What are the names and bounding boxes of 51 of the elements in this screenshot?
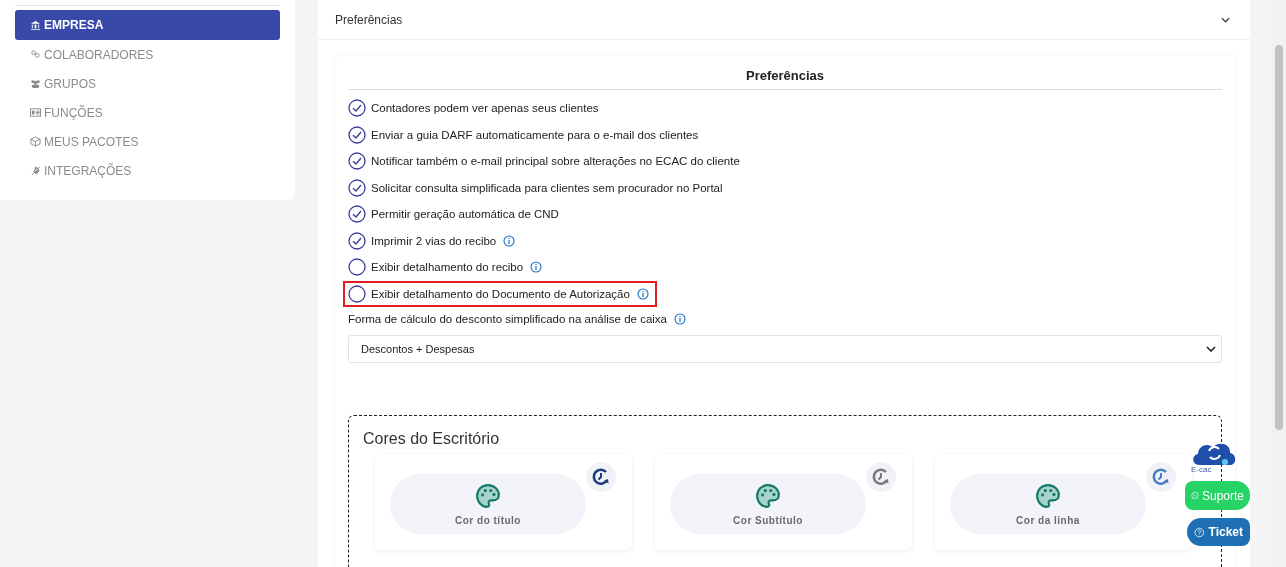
- info-icon[interactable]: [636, 287, 649, 300]
- checkbox[interactable]: [348, 284, 366, 303]
- checkbox[interactable]: [348, 231, 366, 250]
- checkbox[interactable]: [348, 125, 366, 144]
- sidebar-item[interactable]: COLABORADORES: [15, 40, 280, 69]
- color-picker-button[interactable]: Cor Subtítulo: [670, 474, 866, 534]
- checkbox[interactable]: [348, 152, 366, 171]
- option-label: Notificar também o e-mail principal sobre alterações no ECAC do cliente: [371, 155, 740, 168]
- palette-icon: [475, 482, 501, 509]
- card-title: Preferências: [348, 63, 1222, 90]
- chevron-icon: [1221, 16, 1230, 23]
- select-label: Forma de cálculo do desconto simplificado na análise de caixa: [348, 313, 667, 325]
- checkbox[interactable]: [348, 258, 366, 277]
- checkbox[interactable]: [348, 99, 366, 118]
- bank-icon: [30, 19, 41, 31]
- ticket-button[interactable]: Ticket: [1187, 518, 1250, 546]
- plug-icon: [30, 165, 41, 176]
- chevron-down-icon: [1206, 346, 1216, 352]
- info-icon[interactable]: [530, 261, 543, 274]
- id-card-icon: [30, 107, 41, 118]
- sidebar-item[interactable]: MEUS PACOTES: [15, 127, 280, 156]
- palette-icon: [755, 482, 781, 509]
- sidebar-item[interactable]: FUNÇÕES: [15, 98, 280, 127]
- info-icon[interactable]: [503, 234, 516, 247]
- people-icon: [30, 49, 41, 60]
- color-picker-button[interactable]: Cor do título: [390, 474, 586, 534]
- option-label: Permitir geração automática de CND: [371, 208, 559, 221]
- scrollbar[interactable]: [1272, 0, 1286, 567]
- cube-icon: [30, 136, 41, 147]
- option-label: Exibir detalhamento do Documento de Autorização: [371, 287, 630, 300]
- checkbox[interactable]: [348, 178, 366, 197]
- colors-title: Cores do Escritório: [363, 430, 501, 448]
- option-label: Enviar a guia DARF automaticamente para o e-mail dos clientes: [371, 128, 699, 141]
- sidebar-item[interactable]: EMPRESA: [15, 10, 280, 40]
- group-icon: [30, 78, 41, 89]
- discount-select[interactable]: Descontos + Despesas: [348, 335, 1222, 363]
- section-header[interactable]: Preferências: [318, 0, 1250, 40]
- option-label: Solicitar consulta simplificada para clientes sem procurador no Portal: [371, 181, 723, 194]
- sidebar-item[interactable]: GRUPOS: [15, 69, 280, 98]
- chat-bubble-icon: [1191, 489, 1199, 502]
- info-icon[interactable]: [674, 313, 686, 325]
- option-label: Imprimir 2 vias do recibo: [371, 234, 497, 247]
- checkbox[interactable]: [348, 205, 366, 224]
- ecac-button[interactable]: E-cac: [1189, 437, 1241, 475]
- option-label: Exibir detalhamento do recibo: [371, 261, 524, 274]
- section-title: Preferências: [335, 12, 403, 27]
- sidebar-item[interactable]: INTEGRAÇÕES: [15, 156, 280, 185]
- palette-icon: [1035, 482, 1061, 509]
- question-icon: [1194, 525, 1205, 539]
- option-label: Contadores podem ver apenas seus clientes: [371, 102, 599, 115]
- color-picker-button[interactable]: Cor da linha: [950, 474, 1146, 534]
